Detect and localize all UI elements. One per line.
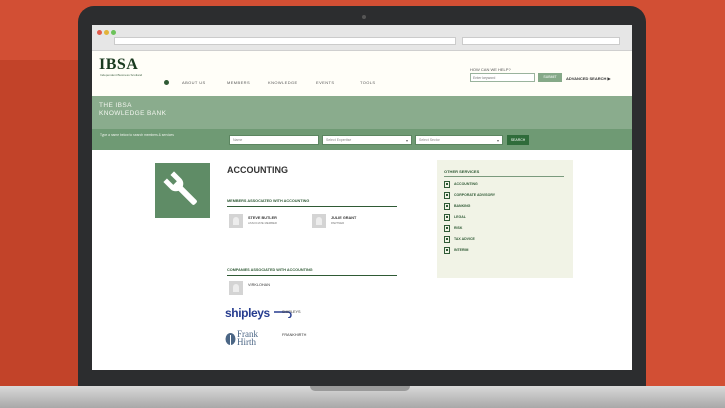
search-prompt: Type a name below to search members & se… <box>100 133 174 137</box>
document-icon <box>444 203 450 210</box>
service-label: ACCOUNTING <box>454 182 478 186</box>
company-name[interactable]: VIRKLOHAN <box>248 283 270 287</box>
search-button[interactable]: SEARCH <box>507 135 529 145</box>
document-icon <box>444 214 450 221</box>
category-image <box>155 163 210 218</box>
chevron-down-icon: ▾ <box>405 138 408 143</box>
nav-knowledge[interactable]: KNOWLEDGE <box>268 80 298 85</box>
member-name[interactable]: JULIE GRANT <box>331 216 356 220</box>
document-icon <box>444 236 450 243</box>
home-dot-icon[interactable] <box>164 80 169 85</box>
category-title: ACCOUNTING <box>227 165 288 175</box>
avatar[interactable] <box>229 214 243 228</box>
sector-select[interactable]: Select Sector ▾ <box>415 135 503 145</box>
document-icon <box>444 225 450 232</box>
browser-toolbar <box>92 25 632 51</box>
browser-search-field[interactable] <box>462 37 620 45</box>
document-icon <box>444 192 450 199</box>
service-label: INTERIM <box>454 248 469 252</box>
sector-select-value: Select Sector <box>419 138 440 142</box>
member-role: ASSOCIATE MEMBER <box>248 221 277 225</box>
member-role: PARTNER <box>331 221 345 225</box>
chevron-down-icon: ▾ <box>496 138 499 143</box>
nav-about-us[interactable]: ABOUT US <box>182 80 206 85</box>
document-icon <box>444 181 450 188</box>
frankhirth-logo[interactable]: Frank Hirth <box>237 330 258 347</box>
service-label: RISK <box>454 226 463 230</box>
nav-tools[interactable]: TOOLS <box>360 80 376 85</box>
expertise-select[interactable]: Select Expertise ▾ <box>322 135 412 145</box>
hero-band <box>92 96 632 129</box>
members-heading: MEMBERS ASSOCIATED WITH ACCOUNTING <box>227 199 310 203</box>
shipleys-logo-text: shipleys <box>225 306 270 320</box>
divider <box>444 176 564 177</box>
name-input[interactable]: Name <box>229 135 319 145</box>
nav-members[interactable]: MEMBERS <box>227 80 250 85</box>
service-label: LEGAL <box>454 215 466 219</box>
page-title-line1: THE IBSA <box>99 102 132 109</box>
member-name[interactable]: STEVE BUTLER <box>248 216 277 220</box>
company-name[interactable]: SHIPLEYS <box>282 310 301 314</box>
wrench-icon <box>163 171 197 205</box>
name-input-placeholder: Name <box>233 138 243 142</box>
site-header: IBSA Independent Business Scotland ABOUT… <box>92 51 632 96</box>
site-logo[interactable]: IBSA <box>99 56 138 74</box>
other-services-title: OTHER SERVICES <box>444 169 480 174</box>
frankhirth-logo-line2: Hirth <box>237 337 256 347</box>
page-title: THE IBSA KNOWLEDGE BANK <box>99 102 166 118</box>
service-label: BANKING <box>454 204 471 208</box>
other-services-panel <box>437 160 573 278</box>
header-search-input[interactable]: Enter keyword <box>470 73 535 82</box>
camera-dot <box>362 15 366 19</box>
tree-icon <box>225 333 236 347</box>
advanced-search-link[interactable]: ADVANCED SEARCH ▶ <box>566 76 611 81</box>
close-window-icon[interactable] <box>97 30 102 35</box>
document-icon <box>444 247 450 254</box>
header-submit-button[interactable]: SUBMIT <box>538 73 562 82</box>
divider <box>227 206 397 207</box>
company-name[interactable]: FRANKHIRTH <box>282 333 306 337</box>
divider <box>227 275 397 276</box>
service-label: TAX ADVICE <box>454 237 475 241</box>
minimize-window-icon[interactable] <box>104 30 109 35</box>
zoom-window-icon[interactable] <box>111 30 116 35</box>
companies-heading: COMPANIES ASSOCIATED WITH ACCOUNTING <box>227 268 313 272</box>
address-bar[interactable] <box>114 37 456 45</box>
browser-screen: IBSA Independent Business Scotland ABOUT… <box>92 25 632 370</box>
expertise-select-value: Select Expertise <box>326 138 352 142</box>
company-logo-placeholder[interactable] <box>229 281 243 295</box>
page-title-line2: KNOWLEDGE BANK <box>99 110 167 117</box>
service-label: CORPORATE ADVISORY <box>454 193 496 197</box>
nav-events[interactable]: EVENTS <box>316 80 334 85</box>
help-question: HOW CAN WE HELP? <box>470 67 511 72</box>
logo-subtitle: Independent Business Scotland <box>100 73 143 77</box>
avatar[interactable] <box>312 214 326 228</box>
laptop-notch <box>310 386 410 391</box>
